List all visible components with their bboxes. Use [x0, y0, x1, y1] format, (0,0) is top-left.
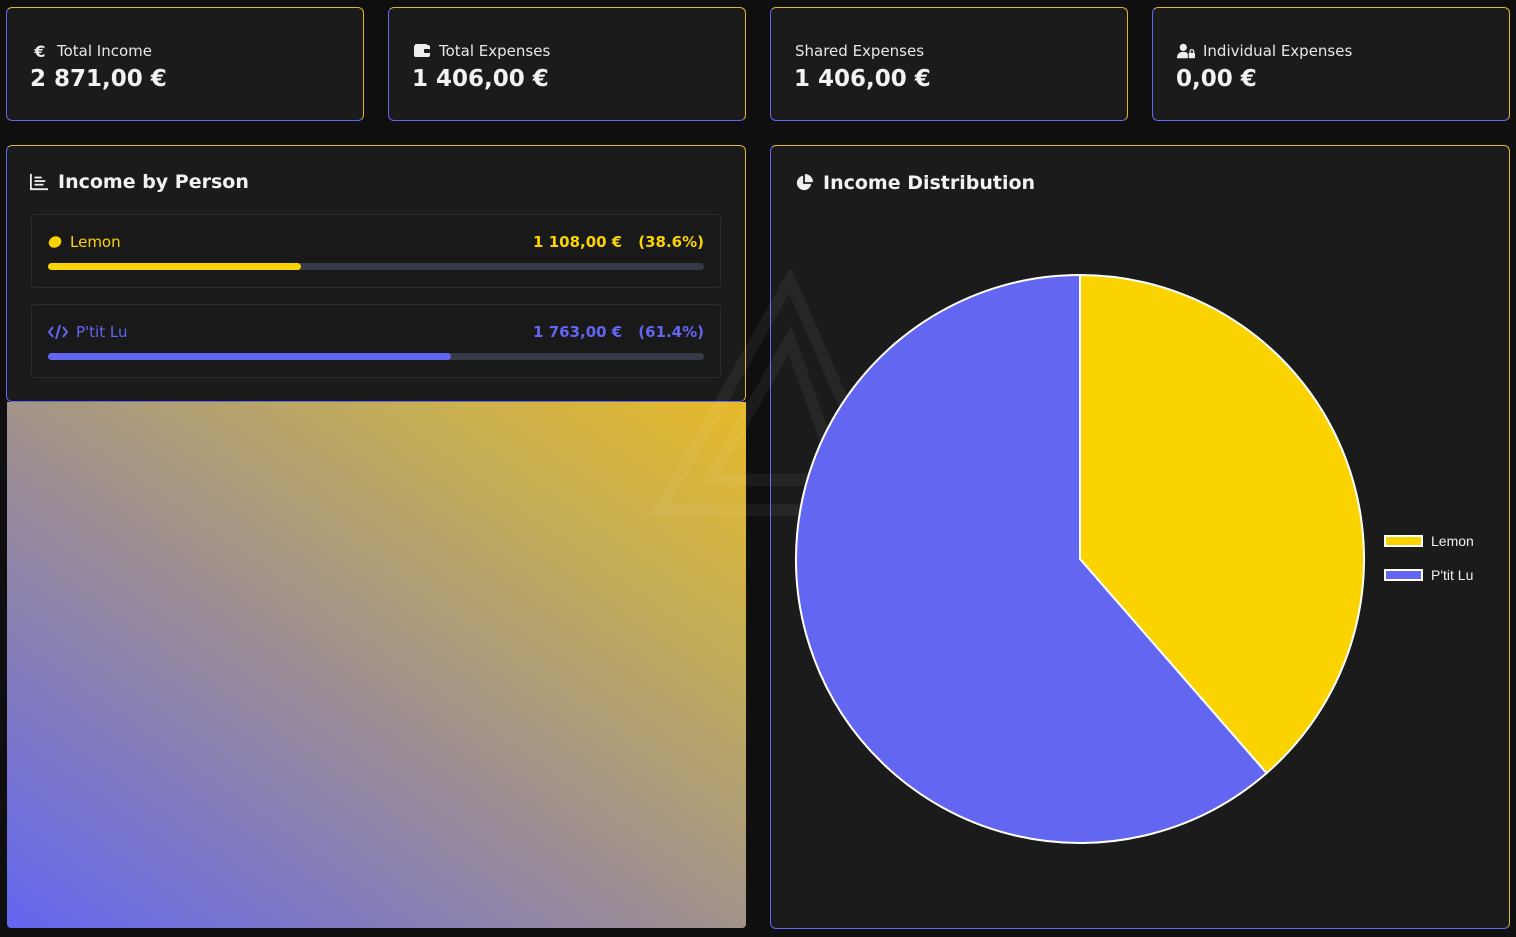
legend-swatch	[1384, 569, 1423, 581]
legend-label: P'tit Lu	[1431, 567, 1474, 583]
income-pie-chart	[795, 273, 1365, 844]
legend-item-ptit-lu[interactable]: P'tit Lu	[1384, 567, 1473, 583]
legend-item-lemon[interactable]: Lemon	[1384, 533, 1474, 549]
legend-swatch	[1384, 535, 1423, 547]
legend-label: Lemon	[1431, 533, 1474, 549]
